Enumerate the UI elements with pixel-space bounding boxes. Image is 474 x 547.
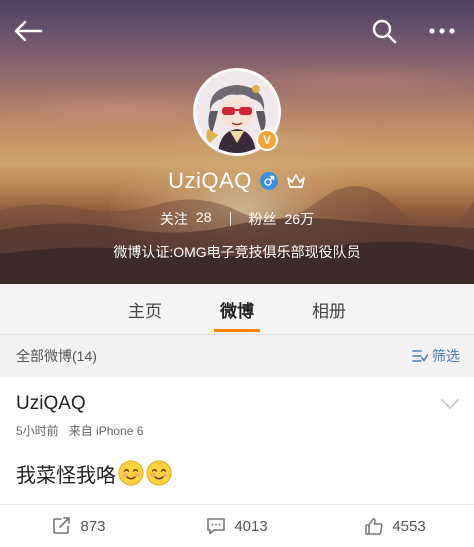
profile-tabs: 主页 微博 相册 [0, 284, 474, 334]
more-dots-icon [429, 28, 455, 34]
following-count: 28 [195, 209, 212, 225]
post-text: 我菜怪我咯 [16, 464, 116, 487]
filter-bar: 全部微博(14) 筛选 [0, 335, 474, 377]
post-author-name[interactable]: UziQAQ [16, 393, 86, 415]
post-source: 来自 iPhone 6 [68, 424, 144, 438]
filter-label: 筛选 [432, 348, 460, 364]
filter-icon [412, 350, 428, 362]
like-button[interactable]: 4553 [316, 505, 474, 547]
search-button[interactable] [366, 14, 402, 48]
filter-button[interactable]: 筛选 [412, 346, 460, 366]
back-arrow-icon [14, 20, 43, 42]
repost-icon [53, 517, 71, 534]
verified-badge: V [256, 129, 278, 151]
post-content: 我菜怪我咯 [16, 457, 172, 489]
post-time: 5小时前 [16, 424, 59, 438]
comment-count: 4013 [234, 517, 268, 535]
search-icon [372, 19, 397, 44]
verification-text: 微博认证:OMG电子竞技俱乐部现役队员 [113, 244, 361, 260]
smile-emoji-icon [146, 460, 172, 486]
profile-name-row: UziQAQ [0, 168, 474, 194]
profile-username: UziQAQ [168, 168, 252, 193]
smile-emoji-icon [118, 460, 144, 486]
member-crown-icon[interactable] [286, 172, 306, 190]
post-card[interactable]: UziQAQ 5小时前 来自 iPhone 6 我菜怪我咯 873 4013 4… [0, 377, 474, 547]
more-button[interactable] [424, 14, 460, 48]
following-stat[interactable]: 关注 28 [160, 209, 212, 229]
fans-stat[interactable]: 粉丝 26万 [249, 209, 315, 229]
tab-weibo[interactable]: 微博 [191, 284, 283, 334]
fans-count: 26万 [284, 211, 315, 227]
back-button[interactable] [10, 14, 46, 48]
stats-divider [229, 212, 231, 226]
tab-album[interactable]: 相册 [283, 284, 375, 334]
profile-stats: 关注 28 粉丝 26万 [0, 208, 474, 230]
following-label: 关注 [159, 211, 188, 227]
repost-button[interactable]: 873 [0, 505, 158, 547]
repost-count: 873 [80, 517, 106, 535]
male-gender-icon [259, 172, 278, 190]
comment-button[interactable]: 4013 [158, 505, 316, 547]
fans-label: 粉丝 [248, 211, 277, 227]
thumbs-up-icon [365, 517, 383, 535]
tab-home[interactable]: 主页 [99, 284, 191, 334]
all-posts-count: 全部微博(14) [16, 348, 97, 364]
post-meta: 5小时前 来自 iPhone 6 [16, 422, 143, 439]
chevron-down-icon[interactable] [440, 397, 460, 411]
comment-icon [207, 518, 226, 535]
like-count: 4553 [392, 517, 426, 535]
post-actions: 873 4013 4553 [0, 505, 474, 547]
